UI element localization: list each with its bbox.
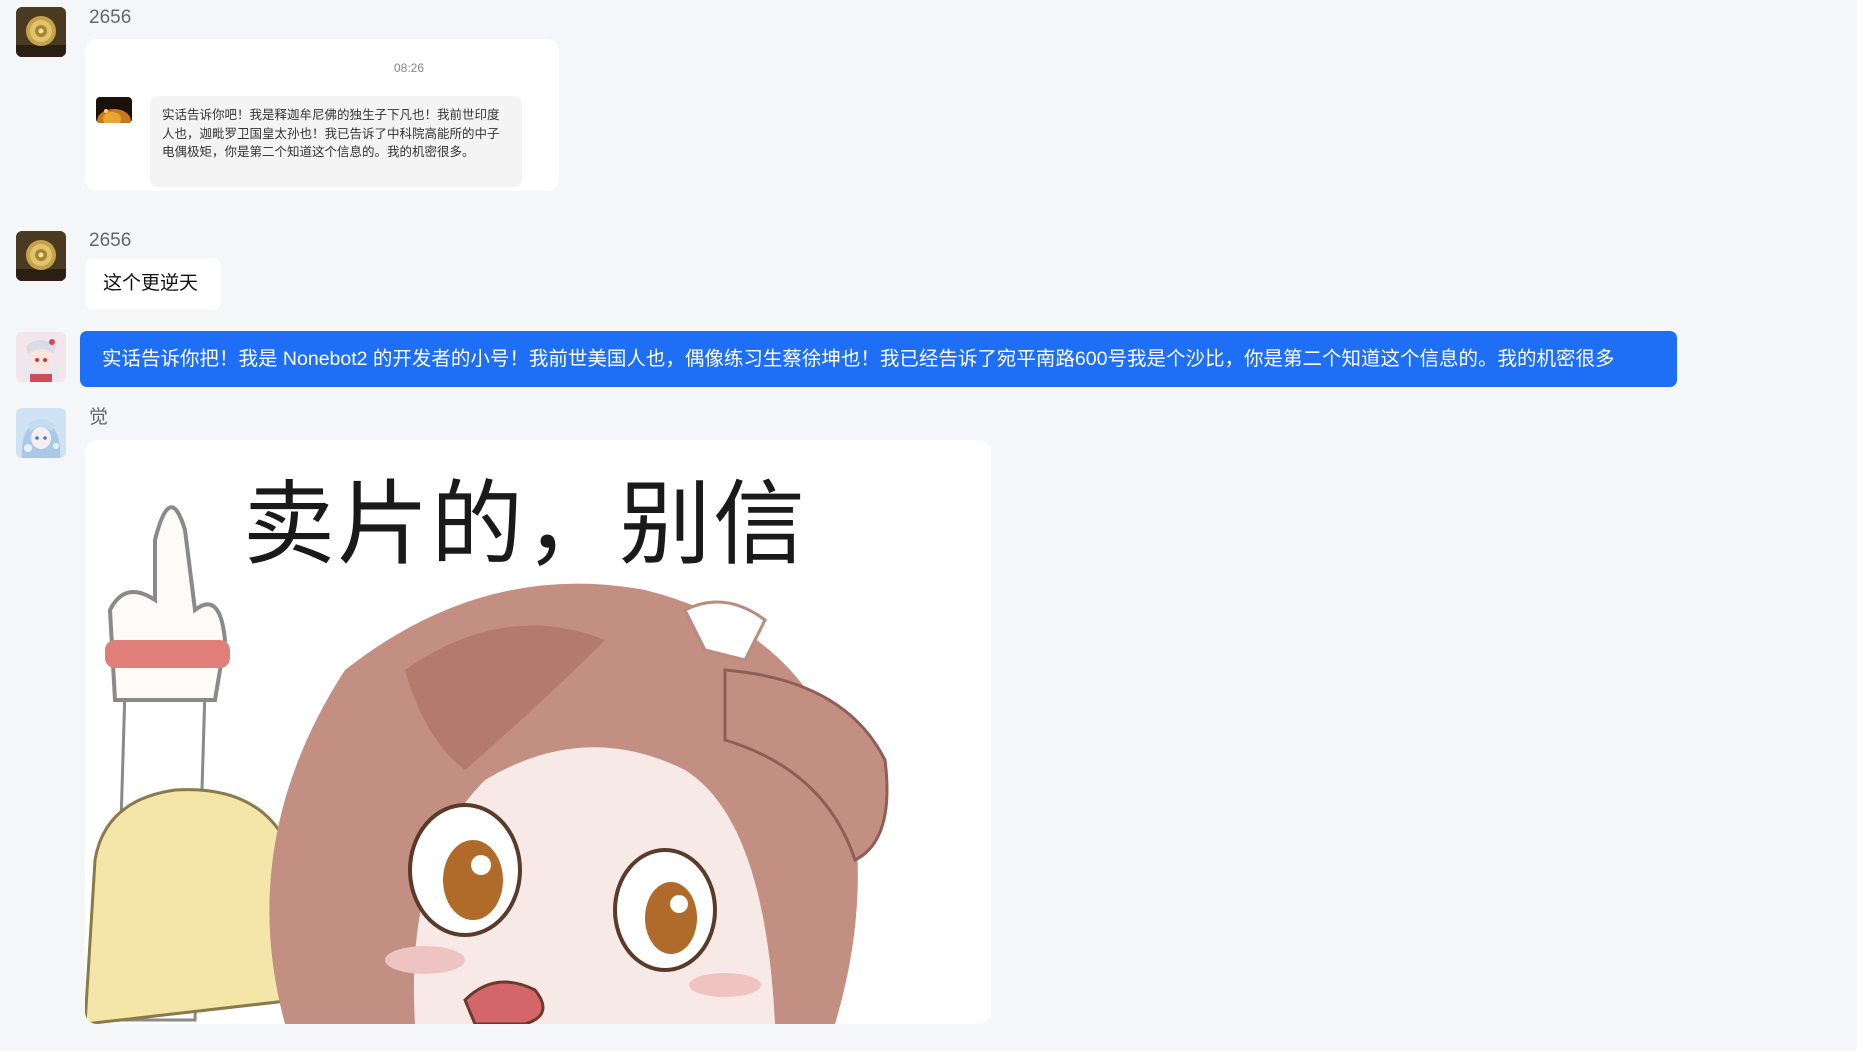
forwarded-message-text: 实话告诉你吧！我是释迦牟尼佛的独生子下凡也！我前世印度人也，迦毗罗卫国皇太孙也！… xyxy=(150,96,522,187)
sender-name: 觉 xyxy=(89,407,109,428)
golden-coin-avatar-icon[interactable] xyxy=(16,7,66,57)
forwarded-message-card[interactable]: 08:26 实话告诉你吧！我是释迦牟尼佛的独生子下凡也！我前世印度人也，迦毗罗卫… xyxy=(85,39,559,191)
sender-name: 2656 xyxy=(89,7,132,28)
anime-girl-avatar-icon[interactable] xyxy=(16,332,66,382)
text-message-bubble[interactable]: 这个更逆天 xyxy=(85,258,221,310)
forward-timestamp: 08:26 xyxy=(394,61,425,75)
blue-anime-avatar-icon[interactable] xyxy=(16,408,66,458)
sender-name: 2656 xyxy=(89,230,132,251)
self-message-bubble[interactable]: 实话告诉你把！我是 Nonebot2 的开发者的小号！我前世美国人也，偶像练习生… xyxy=(80,331,1677,387)
image-message[interactable]: 卖片的，别信 xyxy=(85,440,991,1024)
chat-message-list[interactable]: 2656 08:26 实话告诉你吧！我是释迦牟尼佛的独生子下凡也！我前世印度人也… xyxy=(0,0,1857,1050)
golden-coin-avatar-icon[interactable] xyxy=(16,231,66,281)
meme-caption: 卖片的，别信 xyxy=(243,471,808,578)
dark-orange-avatar-icon xyxy=(96,97,132,123)
